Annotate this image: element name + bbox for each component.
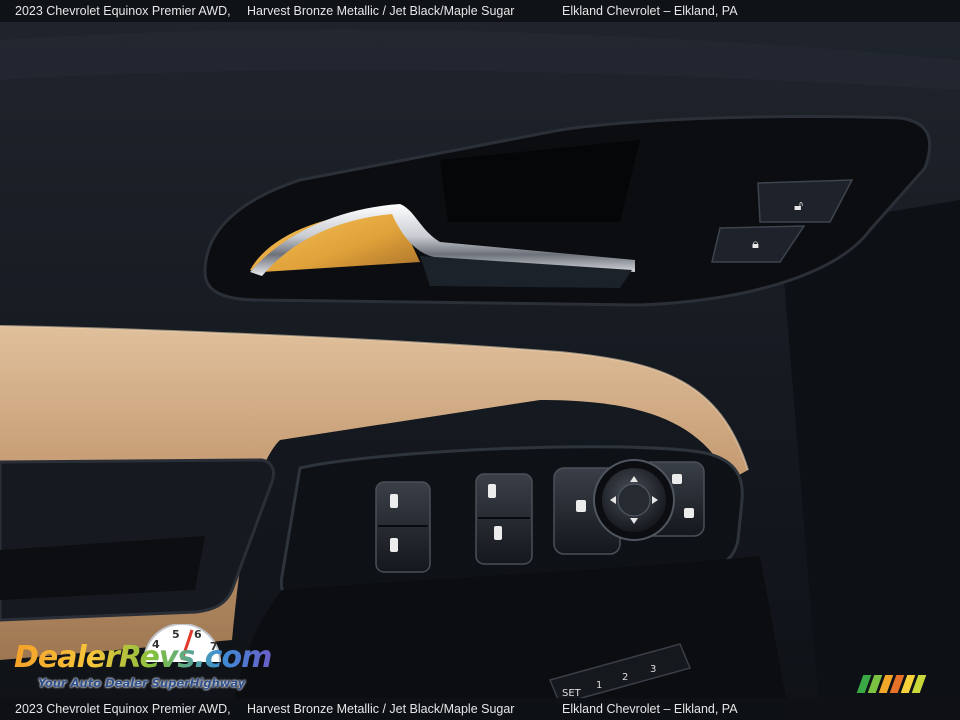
- svg-text:1: 1: [596, 680, 602, 691]
- svg-text:3: 3: [650, 664, 656, 675]
- vehicle-title-bottom: 2023 Chevrolet Equinox Premier AWD,: [15, 702, 231, 716]
- photo-viewer: 2023 Chevrolet Equinox Premier AWD, Harv…: [0, 0, 960, 720]
- dealer-name-bottom: Elkland Chevrolet – Elkland, PA: [562, 702, 738, 716]
- dealer-stripes-logo: [856, 675, 927, 693]
- vehicle-title: 2023 Chevrolet Equinox Premier AWD,: [15, 4, 231, 18]
- door-panel-photo: 🔓︎ 🔒︎ SET 1 2 3: [0, 0, 960, 720]
- dealer-name: Elkland Chevrolet – Elkland, PA: [562, 4, 738, 18]
- caption-bar-top: 2023 Chevrolet Equinox Premier AWD, Harv…: [0, 0, 960, 22]
- dealerrevs-logo: 4567 DealerRevs.com Your Auto Dealer Sup…: [12, 624, 272, 696]
- svg-text:🔓︎: 🔓︎: [794, 198, 803, 214]
- svg-text:2: 2: [622, 672, 628, 683]
- watermark-brand: DealerRevs.com: [14, 640, 272, 675]
- caption-bar-bottom: 2023 Chevrolet Equinox Premier AWD, Harv…: [0, 698, 960, 720]
- vehicle-colors-bottom: Harvest Bronze Metallic / Jet Black/Mapl…: [247, 702, 515, 716]
- svg-text:🔒︎: 🔒︎: [752, 237, 759, 252]
- vehicle-colors: Harvest Bronze Metallic / Jet Black/Mapl…: [247, 4, 515, 18]
- watermark-tagline: Your Auto Dealer SuperHighway: [38, 676, 246, 690]
